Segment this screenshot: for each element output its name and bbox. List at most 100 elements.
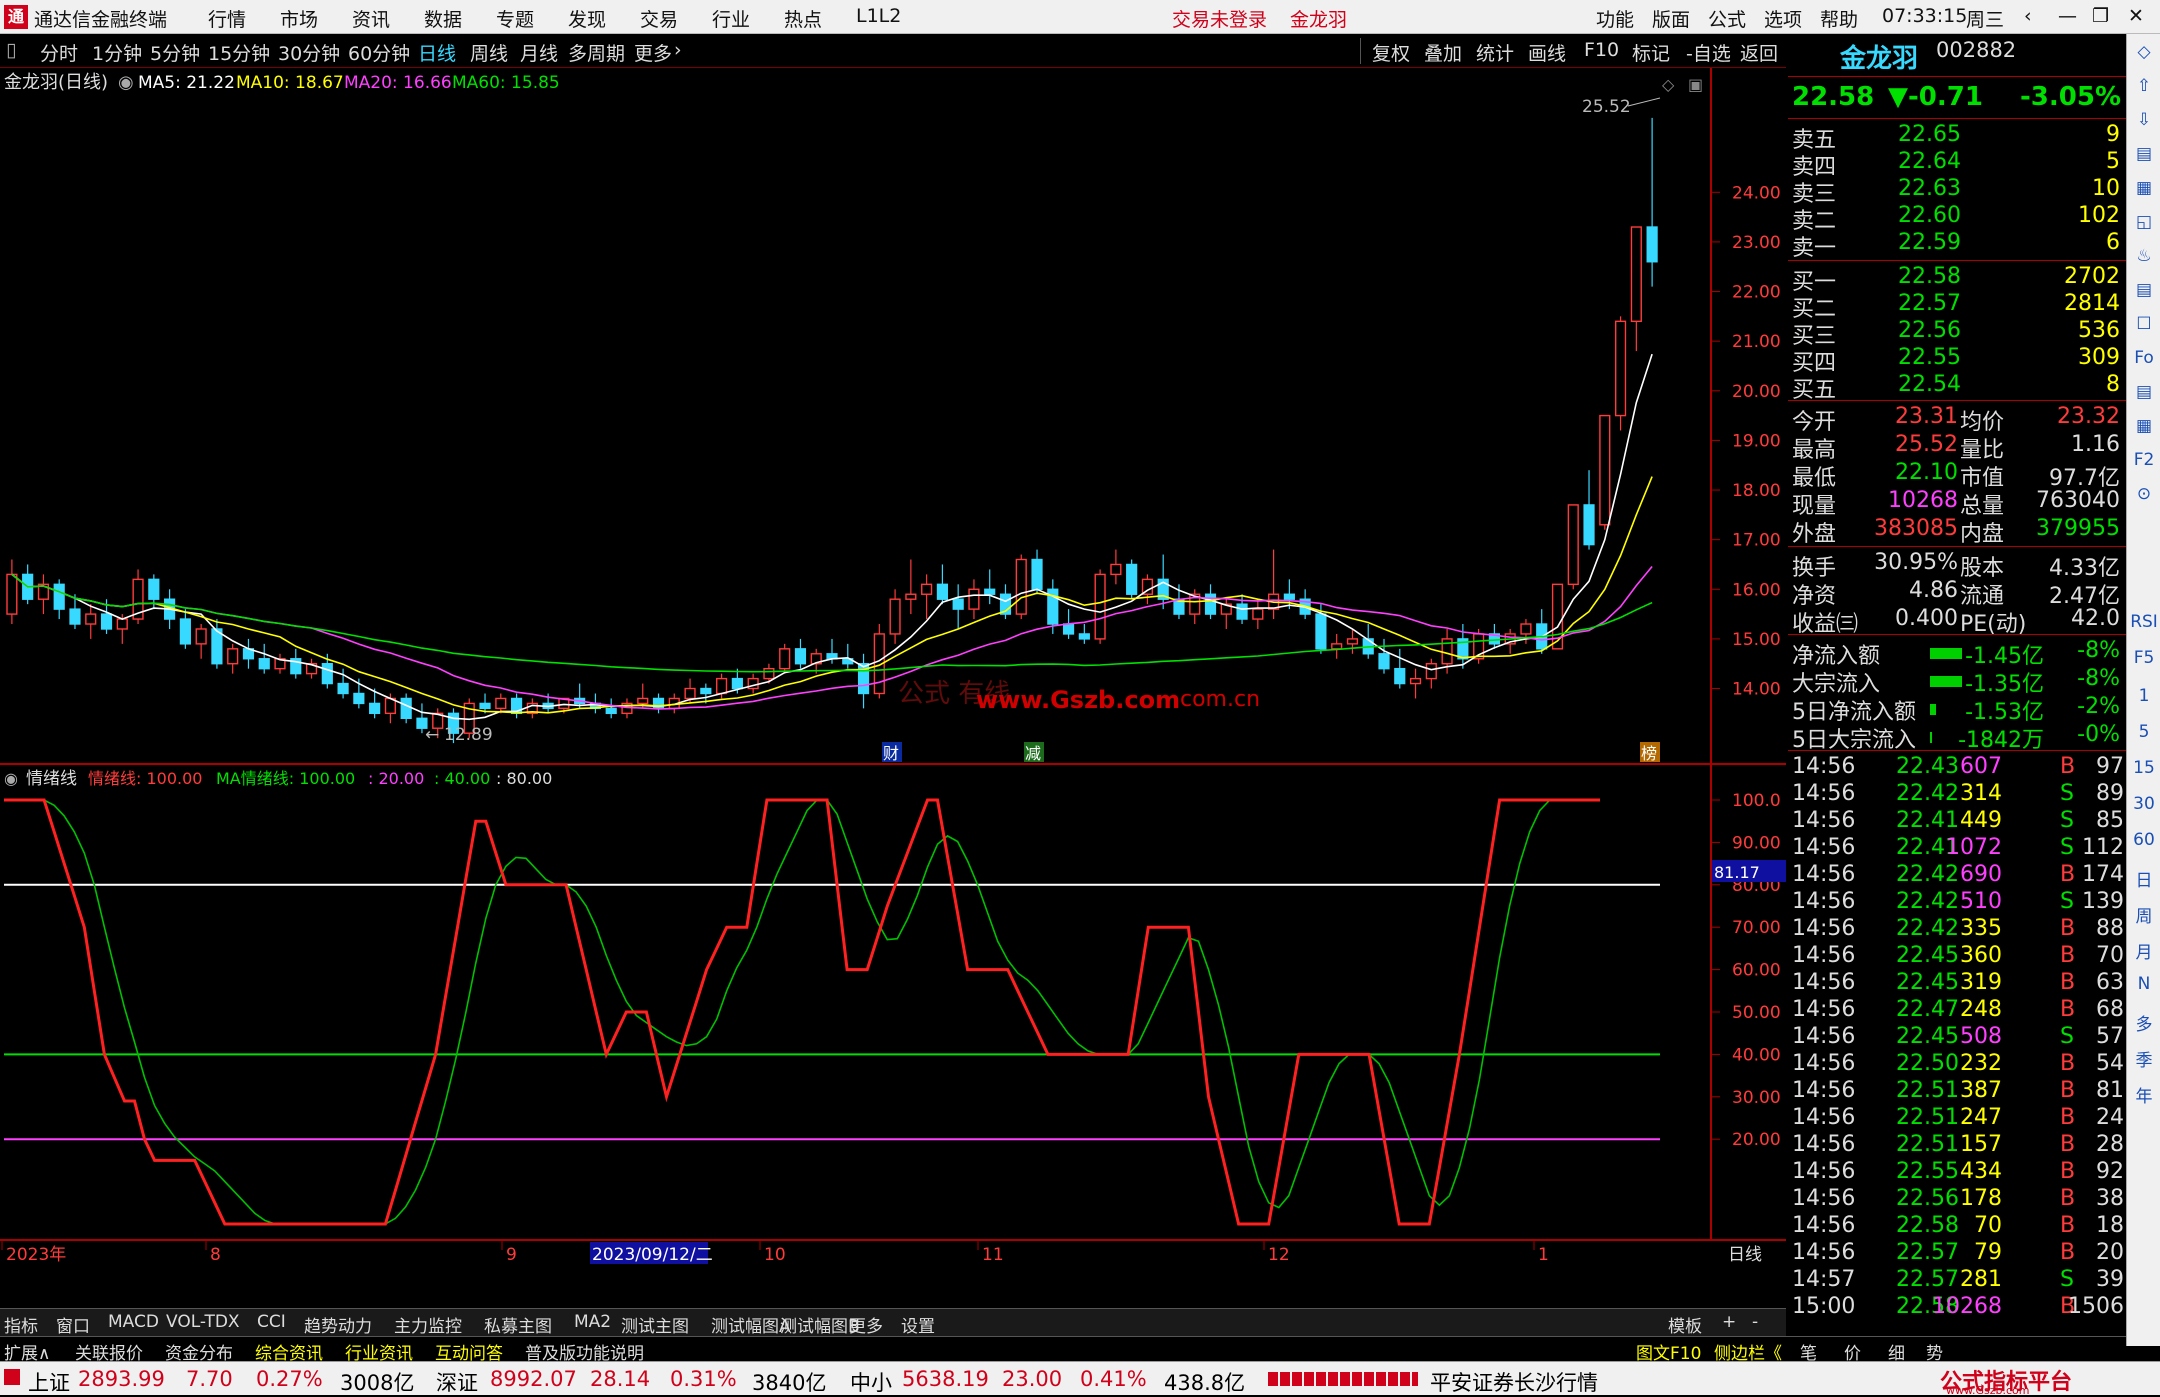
side-period-icon-5[interactable]: 30 <box>2127 794 2160 814</box>
side-period-icon-1[interactable]: F5 <box>2127 648 2160 668</box>
menu-item-l1l2[interactable]: L1L2 <box>856 5 901 27</box>
side-tool-icon[interactable]: F2 <box>2127 450 2160 470</box>
panel-toggle-icon[interactable]: ▯ <box>6 39 16 61</box>
back-button[interactable]: 返回 <box>1740 39 1778 66</box>
side-period-icon-0[interactable]: RSI <box>2127 612 2160 632</box>
side-period-icon-4[interactable]: 15 <box>2127 758 2160 778</box>
menu-item-topic[interactable]: 专题 <box>496 5 534 32</box>
side-period-icon-2[interactable]: 1 <box>2127 686 2160 706</box>
menu-item-function[interactable]: 功能 <box>1596 5 1634 32</box>
chevron-right-icon[interactable]: › <box>674 39 682 61</box>
menu-item-options[interactable]: 选项 <box>1764 5 1802 32</box>
ranking-marker[interactable]: 榜 <box>1641 744 1657 763</box>
diamond-icon[interactable]: ◇ <box>1662 75 1675 94</box>
side-period-icon-13[interactable]: 年 <box>2127 1082 2160 1107</box>
mark-button[interactable]: 标记 <box>1632 39 1670 66</box>
overlay-button[interactable]: 叠加 <box>1424 39 1462 66</box>
draw-button[interactable]: 画线 <box>1528 39 1566 66</box>
tab-period-day[interactable]: 日线 <box>418 39 456 66</box>
back-icon[interactable]: ‹ <box>2024 5 2032 27</box>
template-control[interactable]: - <box>1752 1312 1758 1332</box>
side-tool-icon[interactable]: ▦ <box>2127 416 2160 436</box>
side-tool-icon[interactable]: Fo <box>2127 348 2160 368</box>
template-control[interactable]: 模板 <box>1668 1312 1702 1337</box>
menu-item-trade[interactable]: 交易 <box>640 5 678 32</box>
menu-item-formula[interactable]: 公式 <box>1708 5 1746 32</box>
side-tool-icon[interactable]: ▤ <box>2127 144 2160 164</box>
tick-row: 14:56 22.41 1072 S 112 <box>1788 835 2126 862</box>
indicator-tab[interactable]: 私募主图 <box>484 1312 552 1337</box>
side-period-icon-7[interactable]: 日 <box>2127 866 2160 891</box>
side-tool-icon[interactable]: ⇩ <box>2127 110 2160 130</box>
template-control[interactable]: + <box>1722 1312 1736 1332</box>
menu-item-layout[interactable]: 版面 <box>1652 5 1690 32</box>
zx-label[interactable]: 中小 <box>850 1367 892 1397</box>
stat-value: 23.31 <box>1895 404 1958 429</box>
menu-item-hot[interactable]: 热点 <box>784 5 822 32</box>
sub-settings-icon[interactable]: ◉ <box>4 769 18 788</box>
menu-item-market[interactable]: 行情 <box>208 5 246 32</box>
tab-period-5min[interactable]: 5分钟 <box>150 39 200 66</box>
side-period-icon-8[interactable]: 周 <box>2127 902 2160 927</box>
menu-item-data[interactable]: 数据 <box>424 5 462 32</box>
login-status[interactable]: 交易未登录 <box>1172 5 1267 32</box>
stats-button[interactable]: 统计 <box>1476 39 1514 66</box>
indicator-tab[interactable]: VOL-TDX <box>166 1312 240 1332</box>
f10-button[interactable]: F10 <box>1584 39 1619 61</box>
indicator-tab[interactable]: 测试主图 <box>621 1312 689 1337</box>
indicator-tab[interactable]: 指标 <box>4 1312 38 1337</box>
tab-period-30min[interactable]: 30分钟 <box>278 39 340 66</box>
tab-period-multi[interactable]: 多周期 <box>568 39 625 66</box>
indicator-tab[interactable]: 趋势动力 <box>304 1312 372 1337</box>
tab-period-month[interactable]: 月线 <box>520 39 558 66</box>
tab-period-more[interactable]: 更多 <box>634 39 672 66</box>
indicator-tab[interactable]: 窗口 <box>56 1312 90 1337</box>
reduce-marker[interactable]: 减 <box>1025 744 1041 763</box>
tab-period-1min[interactable]: 1分钟 <box>92 39 142 66</box>
tab-period-15min[interactable]: 15分钟 <box>208 39 270 66</box>
indicator-tab[interactable]: 测试幅图A <box>711 1312 791 1337</box>
indicator-tab[interactable]: 主力监控 <box>394 1312 462 1337</box>
tick-side: S <box>2060 889 2074 914</box>
side-tool-icon[interactable]: ▤ <box>2127 382 2160 402</box>
side-tool-icon[interactable]: ◱ <box>2127 212 2160 232</box>
menu-item-discover[interactable]: 发现 <box>568 5 606 32</box>
menu-item-news[interactable]: 资讯 <box>352 5 390 32</box>
minimize-icon[interactable]: — <box>2058 5 2077 27</box>
side-period-icon-9[interactable]: 月 <box>2127 938 2160 963</box>
side-period-icon-11[interactable]: 多 <box>2127 1010 2160 1035</box>
settings-icon[interactable]: ◉ <box>118 72 134 93</box>
side-tool-icon[interactable]: ▤ <box>2127 280 2160 300</box>
side-tool-icon[interactable]: ⊙ <box>2127 484 2160 504</box>
side-period-icon-3[interactable]: 5 <box>2127 722 2160 742</box>
menu-item-help[interactable]: 帮助 <box>1820 5 1858 32</box>
remove-watchlist-button[interactable]: -自选 <box>1686 39 1731 66</box>
tab-period-60min[interactable]: 60分钟 <box>348 39 410 66</box>
tab-period-fenshi[interactable]: 分时 <box>40 39 78 66</box>
side-tool-icon[interactable]: ▦ <box>2127 178 2160 198</box>
side-period-icon-10[interactable]: N <box>2127 974 2160 994</box>
side-tool-icon[interactable]: ◇ <box>2127 42 2160 62</box>
window-icon[interactable]: ▣ <box>1688 75 1703 94</box>
indicator-tab[interactable]: 设置 <box>901 1312 935 1337</box>
chart-area[interactable]: 14.00 15.00 16.00 17.00 18.00 19.00 20.00 21.00… <box>0 68 1786 1308</box>
indicator-tab[interactable]: MA2 <box>574 1312 611 1332</box>
sz-label[interactable]: 深证 <box>436 1367 478 1397</box>
indicator-tab[interactable]: CCI <box>257 1312 286 1332</box>
side-tool-icon[interactable]: ☐ <box>2127 314 2160 334</box>
fuquan-button[interactable]: 复权 <box>1372 39 1410 66</box>
indicator-tab[interactable]: 测试幅图B <box>780 1312 860 1337</box>
side-tool-icon[interactable]: ⇧ <box>2127 76 2160 96</box>
indicator-tab[interactable]: MACD <box>108 1312 159 1332</box>
side-period-icon-12[interactable]: 季 <box>2127 1046 2160 1071</box>
tab-period-week[interactable]: 周线 <box>470 39 508 66</box>
restore-icon[interactable]: ❐ <box>2092 5 2109 27</box>
finance-marker[interactable]: 财 <box>883 744 899 763</box>
side-period-icon-6[interactable]: 60 <box>2127 830 2160 850</box>
menu-item-industry[interactable]: 行业 <box>712 5 750 32</box>
close-icon[interactable]: ✕ <box>2128 5 2144 27</box>
menu-item-shichang[interactable]: 市场 <box>280 5 318 32</box>
indicator-tab[interactable]: 更多 <box>849 1312 883 1337</box>
side-tool-icon[interactable]: ♨ <box>2127 246 2160 266</box>
sh-label[interactable]: 上证 <box>28 1367 70 1397</box>
